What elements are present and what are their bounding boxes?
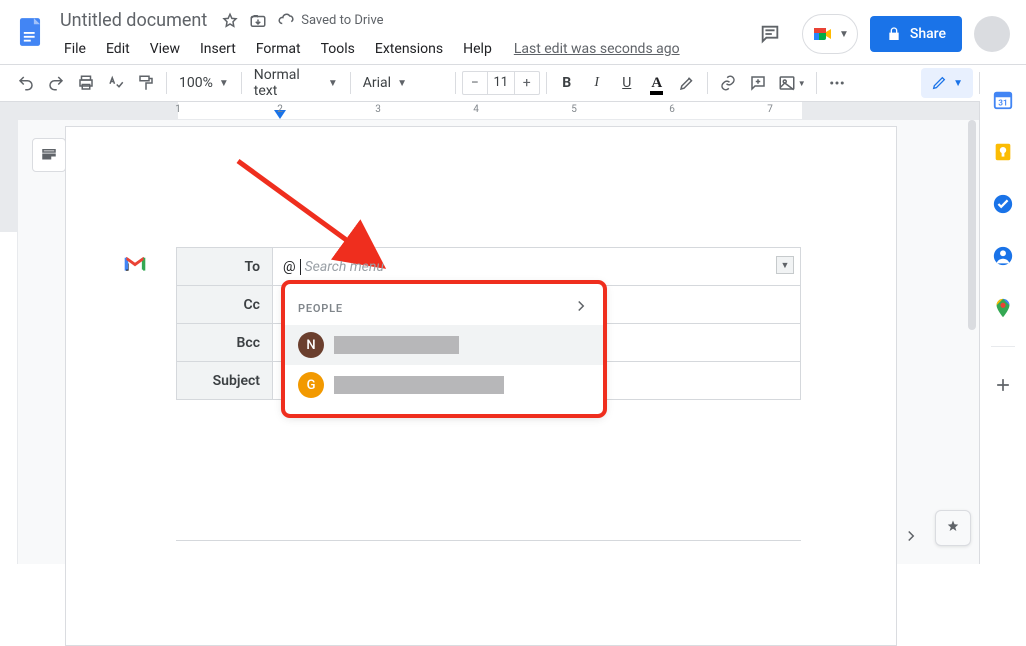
share-label: Share	[910, 26, 946, 42]
menu-format[interactable]: Format	[248, 37, 309, 61]
to-placeholder: Search menu	[305, 259, 384, 275]
people-suggestion-1[interactable]: N	[284, 325, 604, 365]
tasks-addon[interactable]	[983, 184, 1023, 224]
avatar: G	[298, 372, 324, 398]
bold-button[interactable]: B	[553, 69, 581, 97]
redacted-name	[334, 336, 459, 354]
redo-button[interactable]	[42, 69, 70, 97]
chevron-down-icon: ▼	[953, 78, 963, 89]
bcc-label: Bcc	[177, 324, 273, 362]
pencil-icon	[931, 75, 947, 91]
font-size-value[interactable]: 11	[487, 71, 515, 95]
highlight-button[interactable]	[673, 69, 701, 97]
text-cursor	[300, 259, 301, 275]
avatar: N	[298, 332, 324, 358]
meet-button[interactable]: ▼	[802, 14, 858, 54]
comments-history-icon[interactable]	[750, 14, 790, 54]
to-label: To	[177, 248, 273, 286]
more-tools-button[interactable]	[823, 69, 851, 97]
font-size-control: − 11 +	[462, 71, 540, 95]
lock-icon	[886, 26, 902, 42]
mail-body-divider	[176, 540, 801, 541]
people-popover: PEOPLE N G	[284, 283, 604, 415]
side-panel: 31	[980, 66, 1026, 564]
drive-status-text: Saved to Drive	[301, 13, 383, 28]
email-draft-block: To @Search menu ▼ Cc Bcc	[126, 247, 806, 541]
to-field[interactable]: @Search menu ▼	[273, 248, 801, 286]
account-avatar[interactable]	[974, 16, 1010, 52]
undo-button[interactable]	[12, 69, 40, 97]
to-dropdown-button[interactable]: ▼	[776, 256, 794, 274]
insert-comment-button[interactable]	[744, 69, 772, 97]
outline-toggle-button[interactable]	[32, 138, 66, 172]
share-button[interactable]: Share	[870, 16, 962, 52]
svg-text:31: 31	[998, 99, 1007, 109]
scrollbar[interactable]	[965, 120, 979, 380]
insert-link-button[interactable]	[714, 69, 742, 97]
spellcheck-button[interactable]	[102, 69, 130, 97]
underline-button[interactable]: U	[613, 69, 641, 97]
contacts-addon[interactable]	[983, 236, 1023, 276]
get-addons-button[interactable]	[983, 365, 1023, 405]
menu-file[interactable]: File	[56, 37, 94, 61]
vertical-ruler[interactable]	[0, 120, 18, 564]
editing-mode-button[interactable]: ▼	[921, 68, 973, 98]
sidepanel-collapse-button[interactable]	[893, 518, 929, 554]
maps-addon[interactable]	[983, 288, 1023, 328]
text-color-button[interactable]: A	[643, 69, 671, 97]
menu-help[interactable]: Help	[455, 37, 500, 61]
people-suggestion-2[interactable]: G	[284, 365, 604, 405]
menubar: File Edit View Insert Format Tools Exten…	[56, 33, 680, 61]
print-button[interactable]	[72, 69, 100, 97]
subject-label: Subject	[177, 362, 273, 400]
doc-title[interactable]: Untitled document	[56, 8, 211, 33]
explore-button[interactable]	[935, 510, 971, 546]
menu-insert[interactable]: Insert	[192, 37, 244, 61]
calendar-addon[interactable]: 31	[983, 80, 1023, 120]
insert-image-button[interactable]: ▼	[774, 69, 810, 97]
menu-edit[interactable]: Edit	[98, 37, 138, 61]
chevron-down-icon: ▼	[839, 29, 849, 40]
toolbar: 100%▼ Normal text▼ Arial▼ − 11 + B I U A…	[0, 64, 1026, 102]
move-icon[interactable]	[249, 12, 267, 30]
style-select[interactable]: Normal text▼	[248, 69, 344, 97]
redacted-name	[334, 376, 504, 394]
italic-button[interactable]: I	[583, 69, 611, 97]
menu-extensions[interactable]: Extensions	[367, 37, 451, 61]
menu-tools[interactable]: Tools	[313, 37, 363, 61]
people-header: PEOPLE	[298, 302, 343, 315]
font-size-decrease[interactable]: −	[463, 71, 487, 95]
paint-format-button[interactable]	[132, 69, 160, 97]
horizontal-ruler[interactable]: 1 2 3 4 5 6 7	[0, 102, 979, 120]
docs-logo[interactable]	[10, 12, 50, 52]
gmail-icon	[124, 255, 146, 273]
workarea: 1 2 3 4 5 6 7 To	[0, 102, 980, 564]
star-icon[interactable]	[221, 12, 239, 30]
cloud-icon	[277, 10, 295, 32]
font-select[interactable]: Arial▼	[357, 69, 449, 97]
document-page[interactable]: To @Search menu ▼ Cc Bcc	[65, 126, 897, 646]
keep-addon[interactable]	[983, 132, 1023, 172]
zoom-select[interactable]: 100%▼	[173, 69, 235, 97]
font-size-increase[interactable]: +	[515, 71, 539, 95]
menu-view[interactable]: View	[142, 37, 188, 61]
people-more-button[interactable]	[572, 297, 590, 319]
last-edit-link[interactable]: Last edit was seconds ago	[514, 41, 680, 57]
cc-label: Cc	[177, 286, 273, 324]
